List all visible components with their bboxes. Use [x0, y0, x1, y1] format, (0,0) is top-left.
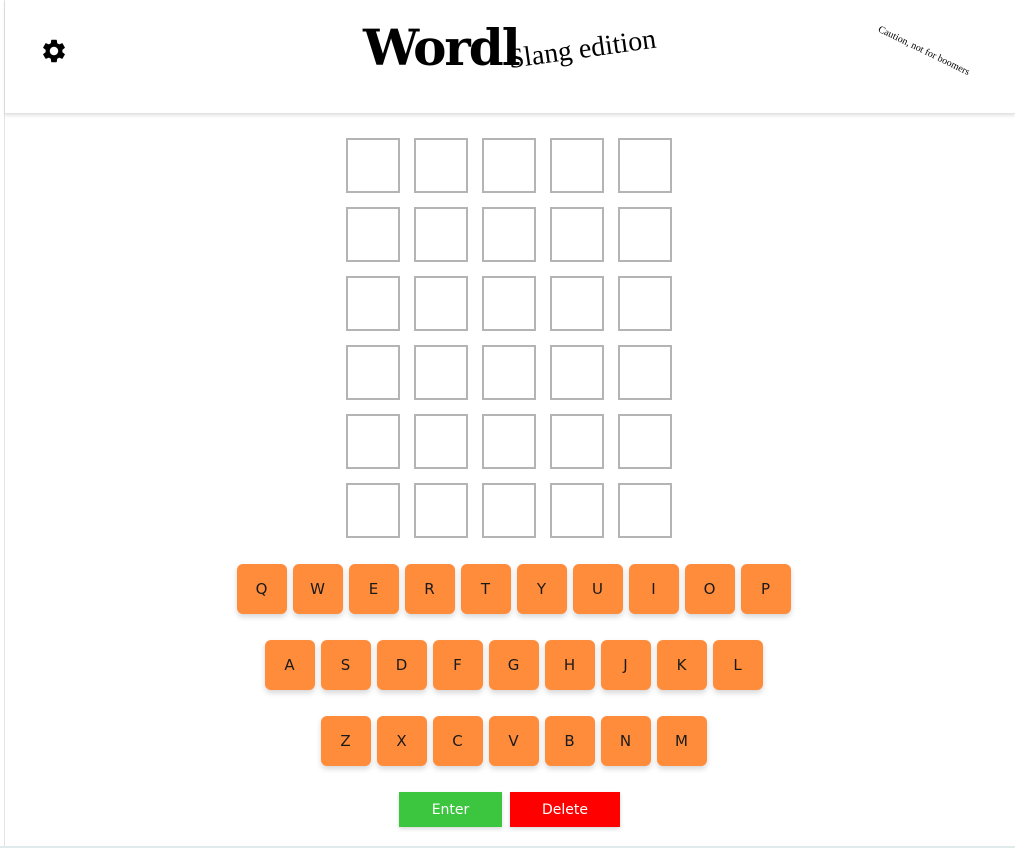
letter-tile: [618, 414, 672, 469]
letter-tile: [618, 276, 672, 331]
key-f[interactable]: F: [432, 640, 483, 690]
key-v[interactable]: V: [488, 716, 539, 766]
key-w[interactable]: W: [292, 564, 343, 614]
key-p[interactable]: P: [740, 564, 791, 614]
gear-icon[interactable]: [40, 37, 68, 65]
action-buttons: Enter Delete: [399, 792, 620, 827]
app-title: Wordl: [363, 18, 521, 77]
key-l[interactable]: L: [712, 640, 763, 690]
keyboard-row-1: QWERTYUIOP: [12, 564, 1015, 614]
key-d[interactable]: D: [376, 640, 427, 690]
key-x[interactable]: X: [376, 716, 427, 766]
key-t[interactable]: T: [460, 564, 511, 614]
board-row: [346, 276, 672, 331]
key-q[interactable]: Q: [236, 564, 287, 614]
letter-tile: [414, 138, 468, 193]
letter-tile: [346, 345, 400, 400]
letter-tile: [414, 414, 468, 469]
letter-tile: [618, 345, 672, 400]
key-o[interactable]: O: [684, 564, 735, 614]
key-k[interactable]: K: [656, 640, 707, 690]
board-row: [346, 483, 672, 538]
letter-tile: [346, 414, 400, 469]
letter-tile: [618, 207, 672, 262]
key-e[interactable]: E: [348, 564, 399, 614]
letter-tile: [550, 414, 604, 469]
key-n[interactable]: N: [600, 716, 651, 766]
letter-tile: [346, 483, 400, 538]
keyboard-row-3: ZXCVBNM: [12, 716, 1015, 766]
key-s[interactable]: S: [320, 640, 371, 690]
app-header: Wordl Slang edition Caution, not for boo…: [5, 0, 1015, 114]
key-g[interactable]: G: [488, 640, 539, 690]
caution-note: Caution, not for boomers: [876, 24, 972, 78]
letter-tile: [550, 276, 604, 331]
letter-tile: [618, 138, 672, 193]
on-screen-keyboard: QWERTYUIOP ASDFGHJKL ZXCVBNM: [0, 564, 1015, 766]
board-row: [346, 138, 672, 193]
key-h[interactable]: H: [544, 640, 595, 690]
letter-tile: [482, 414, 536, 469]
key-c[interactable]: C: [432, 716, 483, 766]
key-i[interactable]: I: [628, 564, 679, 614]
letter-tile: [482, 345, 536, 400]
delete-button[interactable]: Delete: [510, 792, 620, 827]
app-subtitle: Slang edition: [506, 23, 658, 76]
guess-board: [346, 138, 672, 552]
board-row: [346, 414, 672, 469]
key-b[interactable]: B: [544, 716, 595, 766]
letter-tile: [482, 483, 536, 538]
letter-tile: [414, 207, 468, 262]
letter-tile: [618, 483, 672, 538]
letter-tile: [482, 138, 536, 193]
key-a[interactable]: A: [264, 640, 315, 690]
keyboard-row-2: ASDFGHJKL: [12, 640, 1015, 690]
key-r[interactable]: R: [404, 564, 455, 614]
letter-tile: [482, 207, 536, 262]
enter-button[interactable]: Enter: [399, 792, 502, 827]
letter-tile: [482, 276, 536, 331]
letter-tile: [550, 138, 604, 193]
key-u[interactable]: U: [572, 564, 623, 614]
letter-tile: [550, 483, 604, 538]
letter-tile: [346, 138, 400, 193]
key-z[interactable]: Z: [320, 716, 371, 766]
board-row: [346, 345, 672, 400]
board-row: [346, 207, 672, 262]
letter-tile: [346, 207, 400, 262]
key-m[interactable]: M: [656, 716, 707, 766]
key-j[interactable]: J: [600, 640, 651, 690]
letter-tile: [414, 483, 468, 538]
letter-tile: [550, 345, 604, 400]
letter-tile: [550, 207, 604, 262]
key-y[interactable]: Y: [516, 564, 567, 614]
letter-tile: [414, 345, 468, 400]
letter-tile: [346, 276, 400, 331]
letter-tile: [414, 276, 468, 331]
